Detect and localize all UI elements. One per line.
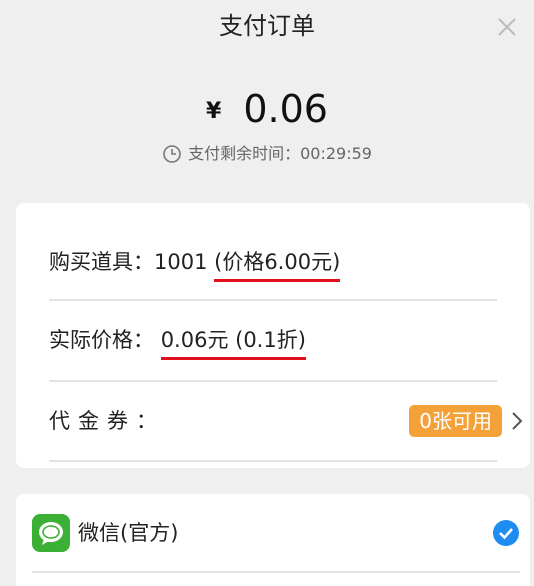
- order-details-card: 购买道具：1001 (价格6.00元) 实际价格： 0.06元 (0.1折) 代…: [16, 203, 530, 468]
- close-button[interactable]: [494, 14, 520, 40]
- timer-value: 00:29:59: [300, 144, 372, 163]
- divider: [49, 380, 497, 382]
- actual-price-value: 0.06元 (0.1折): [160, 325, 306, 360]
- clock-icon: [163, 145, 181, 163]
- actual-price-row: 实际价格： 0.06元 (0.1折): [49, 325, 497, 360]
- purchase-row: 购买道具：1001 (价格6.00元): [49, 247, 497, 282]
- page-title: 支付订单: [219, 12, 315, 40]
- timer-label: 支付剩余时间：: [188, 144, 301, 163]
- actual-price-label: 实际价格：: [49, 328, 154, 352]
- chevron-right-icon[interactable]: [510, 410, 524, 432]
- voucher-label: 代金券：: [49, 409, 165, 433]
- purchase-price: (价格6.00元): [214, 247, 341, 282]
- divider: [32, 571, 520, 573]
- countdown-timer: 支付剩余时间：00:29:59: [0, 142, 534, 166]
- payment-method-label: 微信(官方): [78, 521, 179, 545]
- wechat-icon: [32, 514, 70, 552]
- divider: [49, 460, 497, 462]
- purchase-label: 购买道具：: [49, 250, 154, 274]
- amount-value: 0.06: [243, 87, 328, 131]
- payment-amount: ¥0.06: [0, 86, 534, 140]
- check-circle-icon[interactable]: [492, 519, 520, 547]
- divider: [49, 299, 497, 301]
- voucher-badge[interactable]: 0张可用: [409, 405, 502, 437]
- purchase-item: 1001: [154, 250, 215, 274]
- payment-method-card: 微信(官方): [16, 494, 530, 586]
- close-icon: [498, 18, 516, 36]
- currency-symbol: ¥: [206, 99, 222, 124]
